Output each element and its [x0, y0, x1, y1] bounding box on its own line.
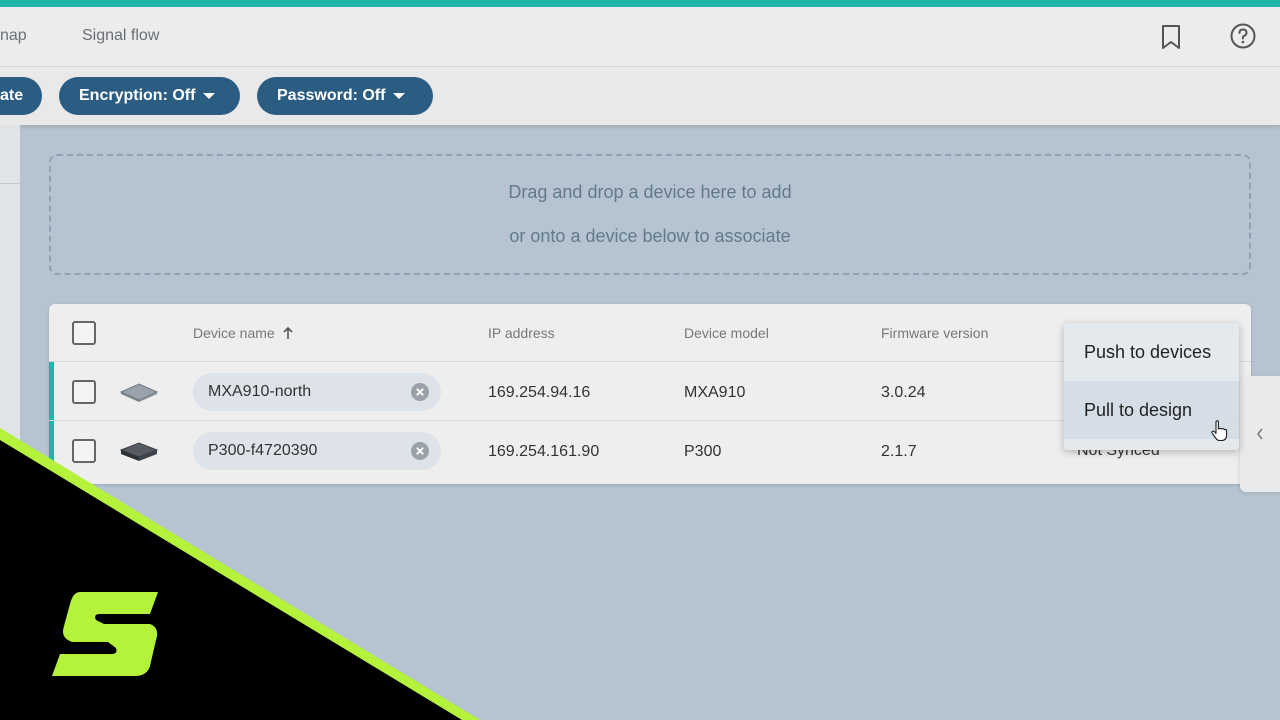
- drop-zone-line-2: or onto a device below to associate: [509, 226, 791, 246]
- push-to-devices-label: Push to devices: [1084, 342, 1212, 362]
- password-filter-label: Password: Off: [277, 87, 386, 104]
- device-model: MXA910: [684, 384, 746, 401]
- row-checkbox[interactable]: [72, 439, 96, 463]
- update-filter-label: ate: [0, 87, 24, 104]
- firmware-version: 2.1.7: [881, 443, 917, 460]
- caret-down-icon: [203, 93, 216, 99]
- sort-up-icon[interactable]: [282, 326, 294, 340]
- ip-address: 169.254.94.16: [488, 384, 591, 401]
- row-status-accent: [49, 362, 54, 420]
- device-name-chip[interactable]: MXA910-north: [193, 373, 441, 411]
- ceiling-array-device-icon: [119, 383, 159, 402]
- pull-to-design-label: Pull to design: [1084, 400, 1193, 420]
- ip-address: 169.254.161.90: [488, 443, 600, 460]
- bookmark-icon[interactable]: [1158, 23, 1184, 51]
- column-header-firmware-version[interactable]: Firmware version: [881, 325, 988, 341]
- app-header: nap Signal flow: [0, 7, 1280, 67]
- device-model: P300: [684, 443, 722, 460]
- chevron-left-icon: [1257, 428, 1263, 440]
- row-checkbox[interactable]: [72, 380, 96, 404]
- caret-down-icon: [393, 93, 406, 99]
- drop-zone-line-1: Drag and drop a device here to add: [508, 182, 792, 202]
- select-all-checkbox[interactable]: [72, 321, 96, 345]
- filter-toolbar: ate Encryption: Off Password: Off: [0, 67, 1280, 125]
- column-header-device-model[interactable]: Device model: [684, 325, 769, 341]
- clear-icon[interactable]: [411, 383, 429, 401]
- encryption-filter-label: Encryption: Off: [79, 87, 196, 104]
- left-panel-divider: [0, 183, 20, 184]
- firmware-version: 3.0.24: [881, 384, 926, 401]
- pointer-hand-icon: [1211, 420, 1228, 442]
- left-panel: [0, 125, 20, 720]
- device-name: MXA910-north: [208, 383, 312, 400]
- device-name: P300-f4720390: [208, 442, 318, 459]
- tab-map[interactable]: nap: [0, 27, 27, 45]
- right-panel-toggle[interactable]: [1240, 376, 1280, 492]
- encryption-filter-button[interactable]: Encryption: Off: [59, 77, 240, 115]
- device-drop-zone[interactable]: Drag and drop a device here to add or on…: [49, 154, 1251, 275]
- help-icon[interactable]: [1229, 22, 1257, 50]
- processor-device-icon: [119, 442, 159, 461]
- device-name-chip[interactable]: P300-f4720390: [193, 432, 441, 470]
- tab-signal-flow[interactable]: Signal flow: [82, 27, 159, 45]
- top-accent-strip: [0, 0, 1280, 7]
- clear-icon[interactable]: [411, 442, 429, 460]
- push-to-devices-menu-item[interactable]: Push to devices: [1064, 323, 1239, 381]
- update-filter-button[interactable]: ate: [0, 77, 42, 115]
- row-status-accent: [49, 421, 54, 479]
- column-header-ip-address[interactable]: IP address: [488, 325, 555, 341]
- brand-logo: [52, 592, 158, 676]
- password-filter-button[interactable]: Password: Off: [257, 77, 433, 115]
- column-header-device-name[interactable]: Device name: [193, 325, 275, 341]
